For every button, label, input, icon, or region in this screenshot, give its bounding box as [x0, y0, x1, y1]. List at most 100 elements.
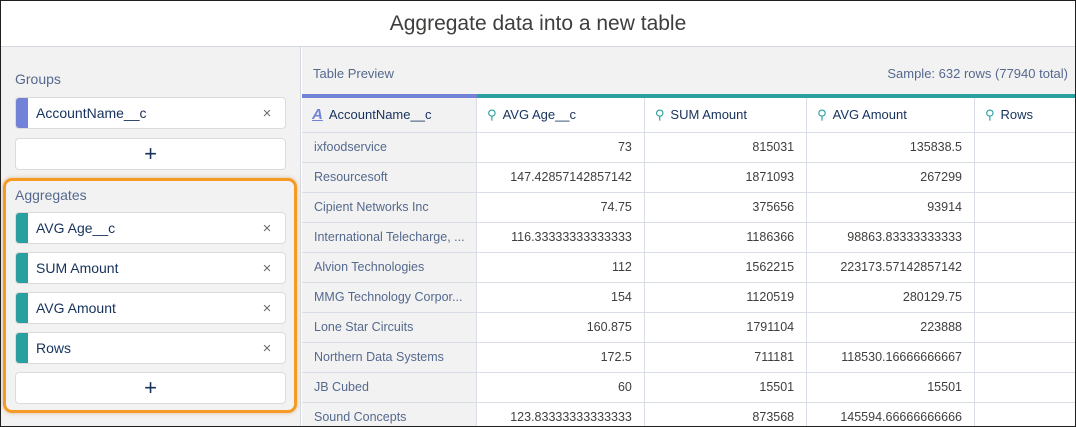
cell-rows	[974, 312, 1075, 343]
preview-table: A AccountName__c ⚲ AVG Age__c ⚲ SUM Amount …	[302, 94, 1075, 426]
cell-account: MMG Technology Corpor...	[302, 282, 478, 313]
column-header-label: Rows	[1000, 106, 1034, 122]
cell-avg-age: 60	[476, 372, 645, 403]
dialog-title: Aggregate data into a new table	[389, 11, 687, 35]
aggregates-label: Aggregates	[15, 187, 87, 203]
aggregate-color-bar	[16, 293, 28, 323]
table-header-row: A AccountName__c ⚲ AVG Age__c ⚲ SUM Amount …	[302, 94, 1075, 133]
aggregate-pill-label: AVG Amount	[36, 300, 116, 316]
cell-avg-amount: 267299	[806, 162, 975, 193]
cell-rows	[974, 402, 1075, 426]
cell-avg-age: 123.83333333333333	[476, 402, 645, 426]
preview-title: Table Preview	[313, 66, 394, 81]
aggregate-pill-label: Rows	[36, 340, 72, 356]
remove-aggregate-icon[interactable]: ×	[257, 300, 277, 317]
cell-avg-age: 154	[476, 282, 645, 313]
preview-header: Table Preview Sample: 632 rows (77940 to…	[302, 47, 1075, 97]
cell-rows	[974, 252, 1075, 283]
remove-aggregate-icon[interactable]: ×	[257, 260, 277, 277]
cell-avg-amount: 118530.16666666667	[806, 342, 975, 373]
cell-avg-amount: 15501	[806, 372, 975, 403]
column-header-avg-age[interactable]: ⚲ AVG Age__c	[476, 94, 645, 133]
cell-account: JB Cubed	[302, 372, 478, 403]
group-color-bar	[16, 98, 28, 128]
column-header-sum-amount[interactable]: ⚲ SUM Amount	[644, 94, 808, 133]
cell-sum-amount: 15501	[644, 372, 808, 403]
cell-avg-amount: 223173.57142857142	[806, 252, 975, 283]
table-row: International Telecharge, ... 116.3333333…	[302, 222, 1075, 253]
table-row: Sound Concepts 123.83333333333333 873568 14…	[302, 402, 1075, 426]
cell-sum-amount: 1871093	[644, 162, 808, 193]
aggregate-pill-label: SUM Amount	[36, 260, 119, 276]
cell-avg-age: 160.875	[476, 312, 645, 343]
cell-account: Alvion Technologies	[302, 252, 478, 283]
cell-avg-age: 112	[476, 252, 645, 283]
cell-sum-amount: 1562215	[644, 252, 808, 283]
remove-aggregate-icon[interactable]: ×	[257, 220, 277, 237]
cell-sum-amount: 815031	[644, 132, 808, 163]
aggregate-pill-label: AVG Age__c	[36, 220, 116, 236]
cell-avg-age: 147.42857142857142	[476, 162, 645, 193]
cell-avg-amount: 145594.66666666666	[806, 402, 975, 426]
cell-sum-amount: 711181	[644, 342, 808, 373]
dialog-header: Aggregate data into a new table	[1, 1, 1075, 47]
cell-rows	[974, 222, 1075, 253]
table-row: JB Cubed 60 15501 15501	[302, 372, 1075, 403]
cell-rows	[974, 372, 1075, 403]
cell-avg-amount: 280129.75	[806, 282, 975, 313]
cell-avg-age: 74.75	[476, 192, 645, 223]
cell-avg-amount: 223888	[806, 312, 975, 343]
left-panel: Groups AccountName__c × + Aggregates AVG…	[1, 47, 301, 426]
aggregate-dialog: Aggregate data into a new table Groups A…	[0, 0, 1076, 427]
cell-avg-amount: 135838.5	[806, 132, 975, 163]
aggregate-color-bar	[16, 253, 28, 283]
cell-account: Resourcesoft	[302, 162, 478, 193]
group-pill-label: AccountName__c	[36, 105, 147, 121]
cell-rows	[974, 132, 1075, 163]
cell-avg-amount: 98863.83333333333	[806, 222, 975, 253]
table-preview-panel: Table Preview Sample: 632 rows (77940 to…	[302, 47, 1075, 426]
table-row: Resourcesoft 147.42857142857142 1871093 267…	[302, 162, 1075, 193]
column-header-accountname[interactable]: A AccountName__c	[302, 94, 478, 133]
aggregate-pill-avg-amount[interactable]: AVG Amount ×	[15, 292, 286, 324]
cell-avg-amount: 93914	[806, 192, 975, 223]
add-group-button[interactable]: +	[15, 138, 286, 170]
add-aggregate-button[interactable]: +	[15, 372, 286, 404]
cell-sum-amount: 1186366	[644, 222, 808, 253]
aggregate-color-bar	[16, 213, 28, 243]
cell-rows	[974, 282, 1075, 313]
remove-group-icon[interactable]: ×	[257, 105, 277, 122]
column-header-avg-amount[interactable]: ⚲ AVG Amount	[806, 94, 975, 133]
cell-account: Sound Concepts	[302, 402, 478, 426]
dimension-icon: A	[312, 106, 323, 124]
groups-label: Groups	[15, 71, 61, 87]
group-pill-accountname[interactable]: AccountName__c ×	[15, 97, 286, 129]
aggregate-pill-avg-age[interactable]: AVG Age__c ×	[15, 212, 286, 244]
aggregate-color-bar	[16, 333, 28, 363]
cell-avg-age: 172.5	[476, 342, 645, 373]
table-row: Northern Data Systems 172.5 711181 118530.1…	[302, 342, 1075, 373]
cell-sum-amount: 1120519	[644, 282, 808, 313]
column-header-label: AVG Age__c	[502, 106, 577, 122]
measure-icon: ⚲	[654, 106, 665, 122]
sample-count: Sample: 632 rows (77940 total)	[887, 66, 1068, 81]
column-header-rows[interactable]: ⚲ Rows	[974, 94, 1075, 133]
measure-icon: ⚲	[487, 106, 497, 122]
column-header-label: SUM Amount	[670, 106, 747, 122]
cell-sum-amount: 1791104	[644, 312, 808, 343]
cell-account: Cipient Networks Inc	[302, 192, 478, 223]
table-row: Lone Star Circuits 160.875 1791104 223888	[302, 312, 1075, 343]
table-row: Cipient Networks Inc 74.75 375656 93914	[302, 192, 1075, 223]
column-header-label: AccountName__c	[328, 107, 432, 123]
aggregate-pill-sum-amount[interactable]: SUM Amount ×	[15, 252, 286, 284]
table-row: MMG Technology Corpor... 154 1120519 280129…	[302, 282, 1075, 313]
cell-rows	[974, 162, 1075, 193]
table-row: Alvion Technologies 112 1562215 223173.5714…	[302, 252, 1075, 283]
remove-aggregate-icon[interactable]: ×	[257, 340, 277, 357]
cell-account: International Telecharge, ...	[302, 222, 478, 253]
table-row: ixfoodservice 73 815031 135838.5	[302, 132, 1075, 163]
aggregate-pill-rows[interactable]: Rows ×	[15, 332, 286, 364]
cell-account: Northern Data Systems	[302, 342, 478, 373]
cell-rows	[974, 192, 1075, 223]
cell-account: ixfoodservice	[302, 132, 478, 163]
